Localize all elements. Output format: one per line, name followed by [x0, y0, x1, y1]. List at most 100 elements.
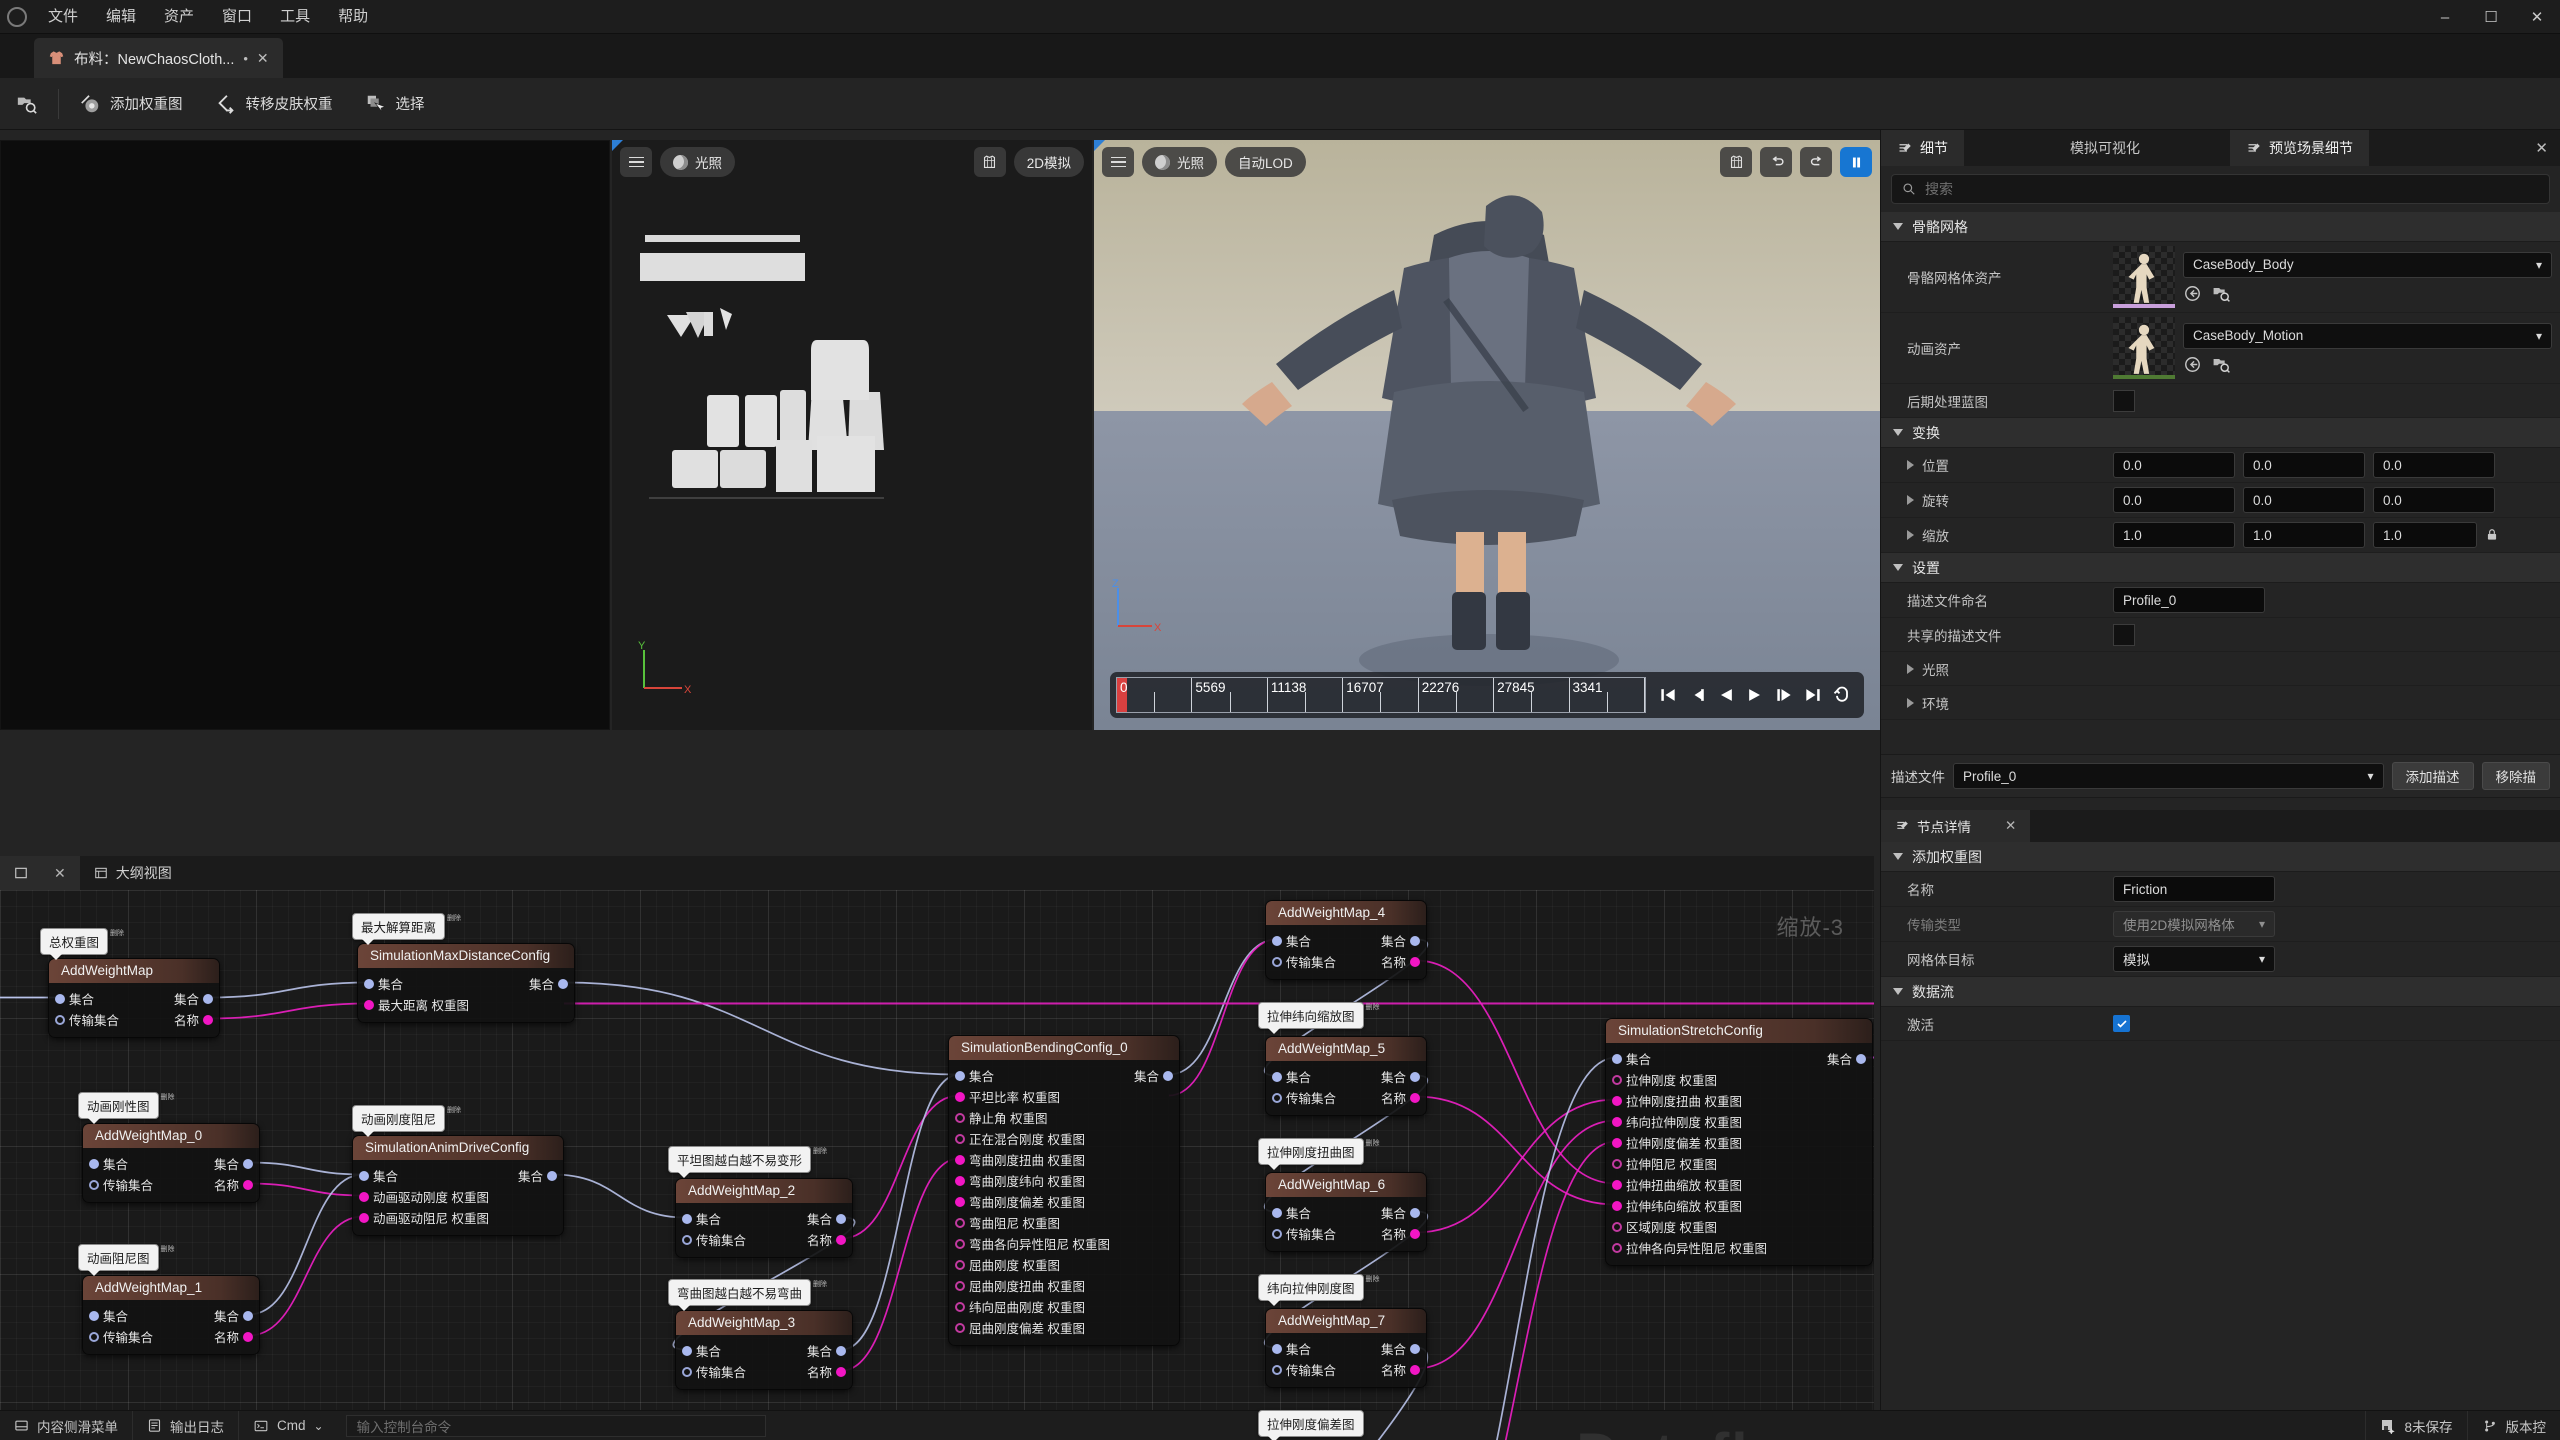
input-pin[interactable] [955, 1070, 965, 1081]
graph-tab-outliner[interactable]: 大纲视图 [80, 856, 186, 890]
menu-item-tools[interactable]: 工具 [266, 0, 324, 34]
input-pin[interactable] [682, 1345, 692, 1356]
input-pin[interactable] [359, 1191, 369, 1202]
timeline-track[interactable]: 0 5569 11138 16707 22276 27845 3341 [1116, 677, 1646, 713]
input-pin[interactable] [89, 1179, 99, 1190]
add-profile-button[interactable]: 添加描述 [2391, 762, 2474, 790]
graph-node[interactable]: AddWeightMap_4 集合 集合 传输集合 名称 [1265, 900, 1427, 980]
scale-z-input[interactable]: 1.0 [2373, 522, 2477, 548]
viewport-3d-preview[interactable]: 光照 自动LOD Z X 0 5569 11138 16707 22276 27… [1094, 140, 1880, 730]
section-dataflow[interactable]: 数据流 [1881, 977, 2560, 1007]
skeletal-mesh-thumbnail[interactable] [2113, 246, 2175, 308]
input-pin[interactable] [1612, 1074, 1622, 1085]
input-pin[interactable] [55, 1014, 65, 1025]
input-pin[interactable] [1272, 1092, 1282, 1103]
graph-tab-close-icon[interactable]: ✕ [54, 865, 66, 882]
location-y-input[interactable]: 0.0 [2243, 452, 2365, 478]
output-pin[interactable] [243, 1310, 253, 1321]
graph-node[interactable]: AddWeightMap_7 集合 集合 传输集合 名称 [1265, 1308, 1427, 1388]
details-search-input[interactable] [1925, 181, 2539, 197]
input-pin[interactable] [89, 1158, 99, 1169]
output-pin[interactable] [836, 1345, 846, 1356]
section-settings[interactable]: 设置 [1881, 553, 2560, 583]
menu-item-asset[interactable]: 资产 [150, 0, 208, 34]
weightmap-name-input[interactable]: Friction [2113, 876, 2275, 902]
scale-x-input[interactable]: 1.0 [2113, 522, 2235, 548]
input-pin[interactable] [682, 1234, 692, 1245]
skeletal-mesh-asset-combo[interactable]: CaseBody_Body ▾ [2183, 251, 2552, 278]
input-pin[interactable] [1612, 1095, 1622, 1106]
rotation-z-input[interactable]: 0.0 [2373, 487, 2495, 513]
output-pin[interactable] [558, 978, 568, 989]
graph-node[interactable]: AddWeightMap 集合 集合 传输集合 名称 [48, 958, 220, 1038]
rotation-y-input[interactable]: 0.0 [2243, 487, 2365, 513]
tab-node-details[interactable]: 节点详情 ✕ [1881, 810, 2031, 842]
input-pin[interactable] [1272, 1207, 1282, 1218]
post-process-blueprint-swatch[interactable] [2113, 389, 2135, 412]
shared-profile-swatch[interactable] [2113, 623, 2135, 646]
output-pin[interactable] [1410, 1092, 1420, 1103]
profile-select[interactable]: Profile_0 ▾ [1953, 763, 2384, 789]
graph-node[interactable]: AddWeightMap_6 集合 集合 传输集合 名称 [1265, 1172, 1427, 1252]
input-pin[interactable] [955, 1112, 965, 1123]
input-pin[interactable] [955, 1280, 965, 1291]
comment-delete-icon[interactable]: 删除 [447, 915, 461, 923]
tab-sim-visualization[interactable]: 模拟可视化 [2054, 130, 2156, 166]
input-pin[interactable] [359, 1170, 369, 1181]
output-pin[interactable] [243, 1331, 253, 1342]
step-forward-icon[interactable] [1774, 685, 1794, 705]
output-pin[interactable] [1163, 1070, 1173, 1081]
loop-icon[interactable] [1832, 685, 1852, 705]
output-pin[interactable] [1410, 1071, 1420, 1082]
browse-to-asset-icon[interactable] [2212, 284, 2231, 303]
chevron-right-icon[interactable] [1907, 697, 1914, 708]
asset-tab-close-icon[interactable]: ✕ [257, 50, 269, 67]
input-pin[interactable] [1272, 935, 1282, 946]
input-pin[interactable] [955, 1238, 965, 1249]
input-pin[interactable] [1272, 1228, 1282, 1239]
minimize-button[interactable]: – [2422, 0, 2468, 34]
input-pin[interactable] [1272, 956, 1282, 967]
output-pin[interactable] [203, 1014, 213, 1025]
maximize-button[interactable]: ☐ [2468, 0, 2514, 34]
input-pin[interactable] [1612, 1053, 1622, 1064]
section-add-weight-map[interactable]: 添加权重图 [1881, 842, 2560, 872]
input-pin[interactable] [89, 1310, 99, 1321]
skip-start-icon[interactable] [1658, 685, 1678, 705]
tab-preview-scene-details[interactable]: 预览场景细节 [2230, 130, 2369, 166]
menu-item-edit[interactable]: 编辑 [92, 0, 150, 34]
graph-node[interactable]: AddWeightMap_3 集合 集合 传输集合 名称 [675, 1310, 853, 1390]
rotation-x-input[interactable]: 0.0 [2113, 487, 2235, 513]
output-pin[interactable] [1410, 1228, 1420, 1239]
output-pin[interactable] [243, 1179, 253, 1190]
graph-node[interactable]: SimulationAnimDriveConfig 集合 集合 动画驱动刚度 权重图动… [352, 1135, 564, 1236]
details-close-icon[interactable]: ✕ [2535, 139, 2548, 157]
close-button[interactable]: ✕ [2514, 0, 2560, 34]
graph-node[interactable]: AddWeightMap_2 集合 集合 传输集合 名称 [675, 1178, 853, 1258]
input-pin[interactable] [359, 1212, 369, 1223]
input-pin[interactable] [955, 1259, 965, 1270]
viewport-3d-cloth-button[interactable] [1720, 147, 1752, 177]
skip-end-icon[interactable] [1803, 685, 1823, 705]
output-pin[interactable] [836, 1213, 846, 1224]
graph-node[interactable]: AddWeightMap_1 集合 集合 传输集合 名称 [82, 1275, 260, 1355]
input-pin[interactable] [364, 999, 374, 1010]
viewport-3d-menu-button[interactable] [1102, 147, 1134, 177]
source-control-button[interactable]: 版本控 [2466, 1410, 2560, 1440]
input-pin[interactable] [364, 978, 374, 989]
transfer-type-combo[interactable]: 使用2D模拟网格体 ▾ [2113, 911, 2275, 937]
viewport-2d-sim[interactable]: 光照 2D模拟 Y X [612, 140, 1092, 730]
input-pin[interactable] [955, 1196, 965, 1207]
profile-name-input[interactable]: Profile_0 [2113, 587, 2265, 613]
input-pin[interactable] [682, 1213, 692, 1224]
input-pin[interactable] [1612, 1200, 1622, 1211]
animation-asset-thumbnail[interactable] [2113, 317, 2175, 379]
viewport-3d-lighting-button[interactable]: 光照 [1142, 147, 1217, 177]
comment-delete-icon[interactable]: 删除 [161, 1246, 175, 1254]
remove-profile-button[interactable]: 移除描 [2481, 762, 2550, 790]
simulation-timeline[interactable]: 0 5569 11138 16707 22276 27845 3341 [1110, 672, 1864, 718]
input-pin[interactable] [1272, 1071, 1282, 1082]
input-pin[interactable] [1612, 1137, 1622, 1148]
comment-delete-icon[interactable]: 删除 [813, 1281, 827, 1289]
output-pin[interactable] [1856, 1053, 1866, 1064]
